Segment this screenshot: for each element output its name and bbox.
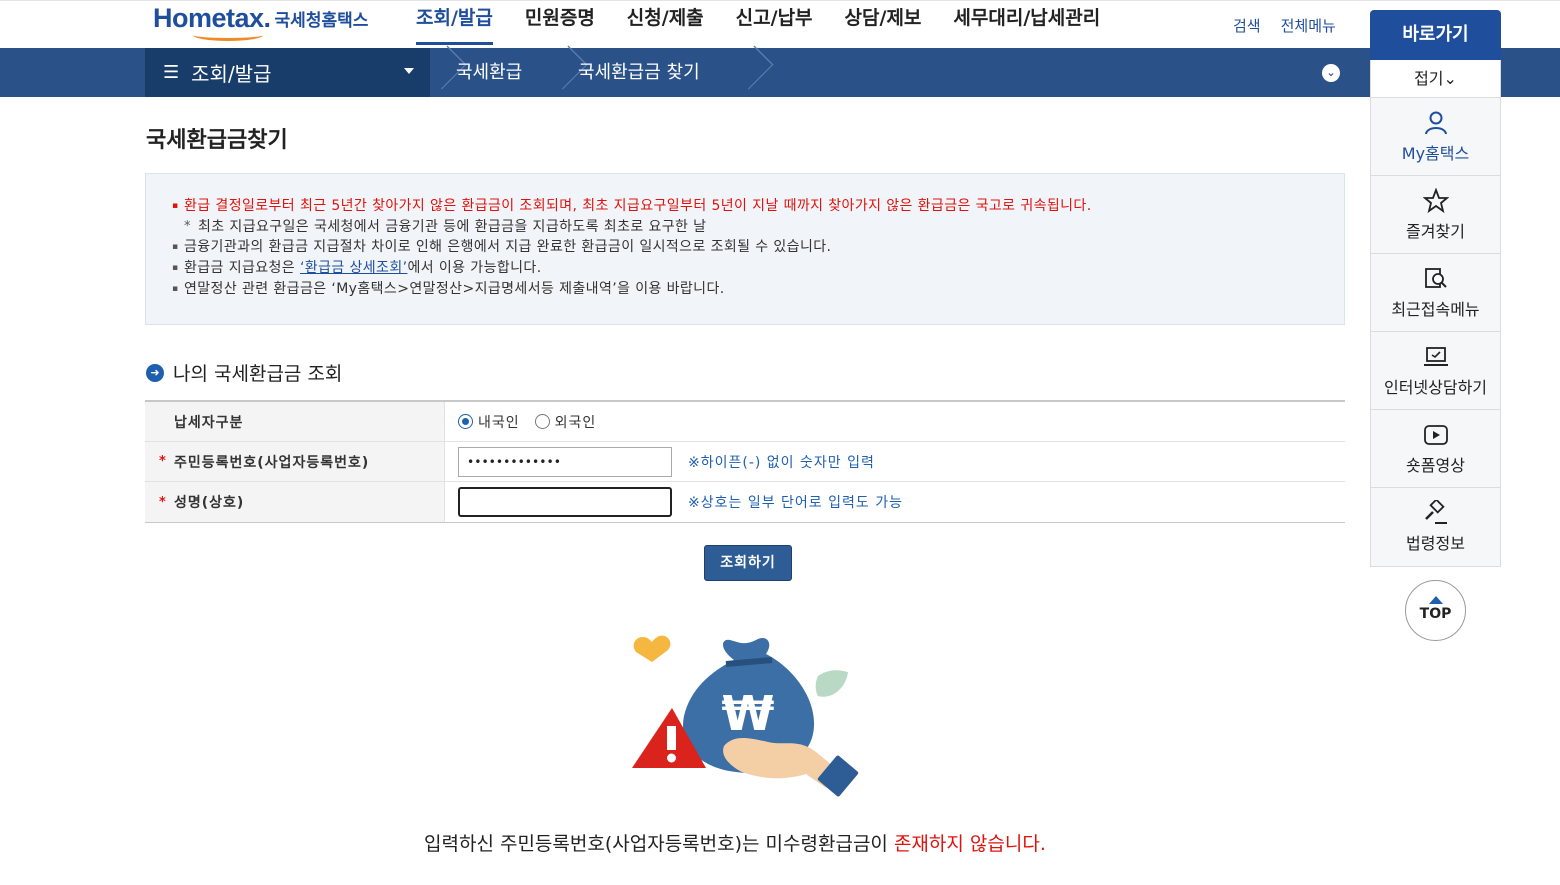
arrow-right-circle-icon: ➜ [146,363,164,382]
name-input[interactable] [458,487,672,517]
scroll-top-button[interactable]: TOP [1405,580,1466,641]
form-value: ※하이픈(-) 없이 숫자만 입력 [445,442,1345,481]
name-label: 성명(상호) [174,495,245,511]
quick-item-online-consult[interactable]: 인터넷상담하기 [1371,332,1500,410]
nav-item-agent[interactable]: 세무대리/납세관리 [937,1,1116,49]
location-toggle-icon[interactable]: ⌄ [1322,64,1340,82]
search-link[interactable]: 검색 [1233,15,1261,36]
play-icon [1423,424,1448,445]
arrow-up-icon [1428,596,1443,604]
top-header: Hometax. 국세청홈택스 조회/발급 민원증명 신청/제출 신고/납부 상… [0,0,1560,48]
quick-item-favorites[interactable]: 즐겨찾기 [1371,176,1500,254]
quick-item-label: 인터넷상담하기 [1383,377,1488,397]
hometax-logo[interactable]: Hometax. 국세청홈택스 [153,3,368,43]
gavel-icon [1424,500,1447,524]
notice-line: 환급 결정일로부터 최근 5년간 찾아가지 않은 환급금이 조회되며, 최초 지… [172,196,1344,217]
form-row-name: * 성명(상호) ※상호는 일부 단어로 입력도 가능 [145,482,1345,522]
required-mark: * [159,454,167,469]
name-hint: ※상호는 일부 단어로 입력도 가능 [688,495,903,511]
quick-item-short-video[interactable]: 숏폼영상 [1371,410,1500,488]
refund-detail-link[interactable]: ‘환급금 상세조회’ [300,260,408,276]
quick-item-recent-menu[interactable]: 최근접속메뉴 [1371,254,1500,332]
id-number-label: 주민등록번호(사업자등록번호) [174,454,370,471]
quick-item-law-info[interactable]: 법령정보 [1371,488,1500,566]
quick-item-my-hometax[interactable]: My홈택스 [1371,98,1500,176]
nav-item-inquiry[interactable]: 조회/발급 [400,1,509,49]
won-icon: ₩ [722,686,775,742]
quick-item-label: My홈택스 [1401,143,1470,163]
quick-menu: 바로가기 접기⌄ My홈택스 즐겨찾기 최근접속메뉴 인터넷상담하기 숏폼영상 … [1370,10,1501,567]
laptop-chat-icon [1423,346,1448,366]
quick-menu-fold-button[interactable]: 접기⌄ [1370,60,1501,98]
id-number-hint: ※하이픈(-) 없이 숫자만 입력 [688,454,875,471]
chevron-down-icon [404,68,414,74]
form-value: 내국인 외국인 [445,402,1345,441]
leaf-icon [815,670,848,697]
form-label: * 성명(상호) [145,482,445,522]
person-icon [1424,111,1447,134]
top-label: TOP [1419,606,1452,622]
heart-icon [633,635,671,662]
form-row-id-number: * 주민등록번호(사업자등록번호) ※하이픈(-) 없이 숫자만 입력 [145,442,1345,482]
foreign-radio[interactable] [534,414,550,429]
quick-item-label: 즐겨찾기 [1406,221,1465,241]
form-label: 납세자구분 [145,402,445,441]
id-number-input[interactable] [458,446,672,477]
notice-text: 환급금 지급요청은 [184,260,300,276]
taxpayer-type-label: 납세자구분 [174,414,244,431]
nav-item-applications[interactable]: 신청/제출 [611,1,720,49]
result-text: 입력하신 주민등록번호(사업자등록번호)는 미수령환급금이 [424,833,894,855]
result-emphasis: 존재하지 않습니다. [893,833,1046,855]
foreign-radio-label[interactable]: 외국인 [555,412,597,432]
main-nav: 조회/발급 민원증명 신청/제출 신고/납부 상담/제보 세무대리/납세관리 [400,1,1116,49]
required-mark: * [159,494,167,510]
nav-item-consult[interactable]: 상담/제보 [829,1,938,49]
notice-line: 연말정산 관련 환급금은 ‘My홈택스>연말정산>지급명세서등 제출내역’을 이… [172,279,1344,300]
search-button[interactable]: 조회하기 [704,545,792,581]
nav-item-filing[interactable]: 신고/납부 [720,1,829,49]
location-menu-label: 조회/발급 [191,62,272,86]
section-title: 나의 국세환급금 조회 [173,363,343,385]
breadcrumb-find-refund[interactable]: 국세환급금 찾기 [578,48,700,97]
notice-text: 에서 이용 가능합니다. [407,260,542,276]
section-heading: ➜ 나의 국세환급금 조회 [146,359,342,386]
page-title: 국세환급금찾기 [146,128,288,153]
quick-item-label: 법령정보 [1406,534,1465,553]
search-document-icon [1424,267,1447,288]
location-menu-dropdown[interactable]: ☰ 조회/발급 [145,48,430,97]
notice-line: 환급금 지급요청은 ‘환급금 상세조회’에서 이용 가능합니다. [172,258,1344,279]
all-menu-link[interactable]: 전체메뉴 [1281,15,1336,36]
money-bag-illustration: ₩ [632,635,859,797]
nav-item-certificates[interactable]: 민원증명 [509,1,611,49]
search-form: 납세자구분 내국인 외국인 * 주민등록번호(사업자등록번호) ※하이픈(-) … [145,400,1345,523]
quick-menu-list: My홈택스 즐겨찾기 최근접속메뉴 인터넷상담하기 숏폼영상 법령정보 [1370,98,1501,567]
domestic-radio-label[interactable]: 내국인 [478,412,520,432]
form-value: ※상호는 일부 단어로 입력도 가능 [445,482,1345,522]
breadcrumb-refund[interactable]: 국세환급 [456,48,522,97]
util-links: 검색 전체메뉴 [1233,15,1336,36]
quick-item-label: 숏폼영상 [1406,455,1465,475]
notice-box: 환급 결정일로부터 최근 5년간 찾아가지 않은 환급금이 조회되며, 최초 지… [145,173,1345,325]
location-bar-extension [1500,48,1560,97]
quick-item-label: 최근접속메뉴 [1391,299,1480,319]
form-label: * 주민등록번호(사업자등록번호) [145,442,445,481]
quick-menu-title: 바로가기 [1370,10,1501,60]
result-message: 입력하신 주민등록번호(사업자등록번호)는 미수령환급금이 존재하지 않습니다. [424,829,1046,856]
breadcrumb-separator-icon [752,48,766,97]
notice-subline: 최초 지급요구일은 국세청에서 금융기관 등에 환급금을 지급하도록 최초로 요… [172,217,1344,237]
domestic-radio[interactable] [458,414,473,429]
hamburger-icon: ☰ [163,62,180,83]
notice-line: 금융기관과의 환급금 지급절차 차이로 인해 은행에서 지급 완료한 환급금이 … [172,237,1344,258]
logo-subtitle: 국세청홈택스 [274,11,369,31]
form-row-taxpayer-type: 납세자구분 내국인 외국인 [145,402,1345,442]
star-icon [1422,187,1449,213]
logo-swoosh-icon [193,29,263,41]
